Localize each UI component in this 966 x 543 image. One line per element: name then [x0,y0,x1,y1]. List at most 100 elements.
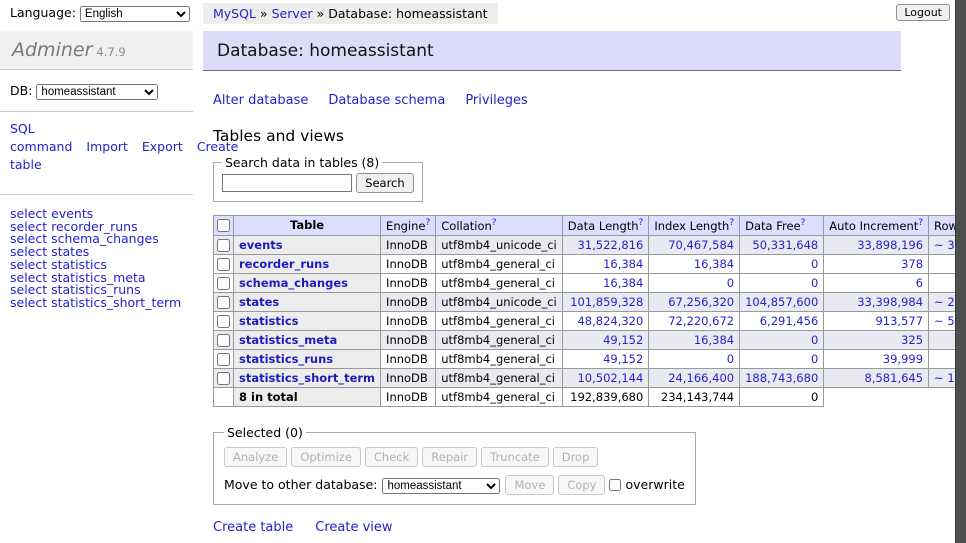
data-length-cell-link[interactable]: 49,152 [568,352,644,366]
sidebar-menu-link[interactable]: SQL command [10,121,72,154]
breadcrumb-server-link[interactable]: Server [272,6,313,21]
table-row: schema_changesInnoDButf8mb4_general_ci16… [214,273,966,292]
table-name-link[interactable]: recorder_runs [239,257,329,271]
row-checkbox[interactable] [217,353,230,366]
selected-action-button[interactable]: Drop [553,447,599,467]
index-length-cell-link[interactable]: 16,384 [654,333,734,347]
data-free-cell: 6,291,456 [740,311,824,330]
data-free-cell: 0 [740,254,824,273]
auto-increment-cell-link[interactable]: 33,898,196 [829,238,923,252]
auto-increment-cell: 325 [824,330,929,349]
create-link[interactable]: Create view [315,520,392,535]
index-length-cell-link[interactable]: 0 [654,276,734,290]
selected-action-button[interactable]: Repair [422,447,477,467]
selected-action-button[interactable]: Truncate [481,447,549,467]
row-checkbox[interactable] [217,372,230,385]
data-free-cell-link[interactable]: 6,291,456 [745,314,818,328]
database-action-link[interactable]: Alter database [213,93,308,108]
sidebar-menu-link[interactable]: Export [142,139,183,154]
overwrite-checkbox[interactable] [609,479,621,491]
row-checkbox[interactable] [217,258,230,271]
index-length-cell-link[interactable]: 70,467,584 [654,238,734,252]
data-free-cell: 50,331,648 [740,235,824,254]
data-length-cell-link[interactable]: 31,522,816 [568,238,644,252]
data-free-cell-link[interactable]: 104,857,600 [745,295,818,309]
selected-action-button[interactable]: Optimize [291,447,361,467]
table-name-link[interactable]: statistics_short_term [239,371,375,385]
column-help-link[interactable]: ? [918,218,923,228]
data-length-cell-link[interactable]: 101,859,328 [568,295,644,309]
data-free-cell-link[interactable]: 50,331,648 [745,238,818,252]
table-name-link[interactable]: statistics_meta [239,333,337,347]
data-free-cell-link[interactable]: 0 [745,257,818,271]
app-version: 4.7.9 [96,45,125,59]
data-length-cell-link[interactable]: 16,384 [568,257,644,271]
column-help-link[interactable]: ? [425,218,430,228]
data-free-cell-link[interactable]: 0 [745,352,818,366]
column-help-link[interactable]: ? [492,218,497,228]
index-length-cell: 16,384 [649,330,740,349]
auto-increment-cell: 378 [824,254,929,273]
column-header-auto-increment: Auto Increment? [824,216,929,236]
column-help-link[interactable]: ? [729,218,734,228]
index-length-cell-link[interactable]: 72,220,672 [654,314,734,328]
row-checkbox[interactable] [217,315,230,328]
row-checkbox[interactable] [217,277,230,290]
data-length-cell: 49,152 [562,349,649,368]
selected-action-button[interactable]: Check [365,447,418,467]
search-input[interactable] [222,174,352,192]
column-help-link[interactable]: ? [639,218,644,228]
data-length-cell-link[interactable]: 49,152 [568,333,644,347]
table-name-link[interactable]: statistics_runs [239,352,333,366]
sidebar-table-link[interactable]: select statistics_short_term [10,296,193,309]
index-length-cell-link[interactable]: 24,166,400 [654,371,734,385]
auto-increment-cell-link[interactable]: 6 [829,276,923,290]
move-button[interactable]: Move [505,475,554,495]
search-button[interactable]: Search [356,173,414,193]
sidebar-menu-link[interactable]: Import [86,139,128,154]
select-all-checkbox[interactable] [217,219,230,232]
page-title: Database: homeassistant [203,31,901,71]
data-free-cell-link[interactable]: 0 [745,333,818,347]
data-free-cell-link[interactable]: 188,743,680 [745,371,818,385]
index-length-cell-link[interactable]: 67,256,320 [654,295,734,309]
index-length-cell-link[interactable]: 0 [654,352,734,366]
table-name-cell: events [234,235,381,254]
breadcrumb-mysql-link[interactable]: MySQL [213,6,256,21]
index-length-cell: 0 [649,349,740,368]
data-length-cell-link[interactable]: 16,384 [568,276,644,290]
data-length-cell: 101,859,328 [562,292,649,311]
auto-increment-cell-link[interactable]: 378 [829,257,923,271]
language-select[interactable]: English [80,6,190,22]
copy-button[interactable]: Copy [558,475,605,495]
data-free-cell-link[interactable]: 0 [745,276,818,290]
data-length-cell-link[interactable]: 10,502,144 [568,371,644,385]
logout-button[interactable]: Logout [896,4,950,21]
selected-action-button[interactable]: Analyze [224,447,287,467]
db-select[interactable]: homeassistant [36,84,158,100]
auto-increment-cell-link[interactable]: 8,581,645 [829,371,923,385]
auto-increment-cell-link[interactable]: 39,999 [829,352,923,366]
table-name-link[interactable]: events [239,238,283,252]
row-checkbox[interactable] [217,296,230,309]
table-name-link[interactable]: statistics [239,314,299,328]
auto-increment-cell-link[interactable]: 913,577 [829,314,923,328]
database-action-link[interactable]: Database schema [328,93,445,108]
row-checkbox[interactable] [217,334,230,347]
create-link[interactable]: Create table [213,520,293,535]
move-db-select[interactable]: homeassistant [382,478,500,494]
auto-increment-cell-link[interactable]: 33,398,984 [829,295,923,309]
table-name-link[interactable]: states [239,295,279,309]
index-length-cell-link[interactable]: 16,384 [654,257,734,271]
table-name-link[interactable]: schema_changes [239,276,348,290]
index-length-cell: 72,220,672 [649,311,740,330]
index-length-cell: 70,467,584 [649,235,740,254]
data-length-cell-link[interactable]: 48,824,320 [568,314,644,328]
total-data-free-cell: 0 [740,387,824,406]
column-help-link[interactable]: ? [801,218,806,228]
auto-increment-cell-link[interactable]: 325 [829,333,923,347]
vertical-scrollbar[interactable] [955,0,966,543]
database-action-link[interactable]: Privileges [465,93,528,108]
row-checkbox[interactable] [217,239,230,252]
db-label: DB: [10,83,32,98]
